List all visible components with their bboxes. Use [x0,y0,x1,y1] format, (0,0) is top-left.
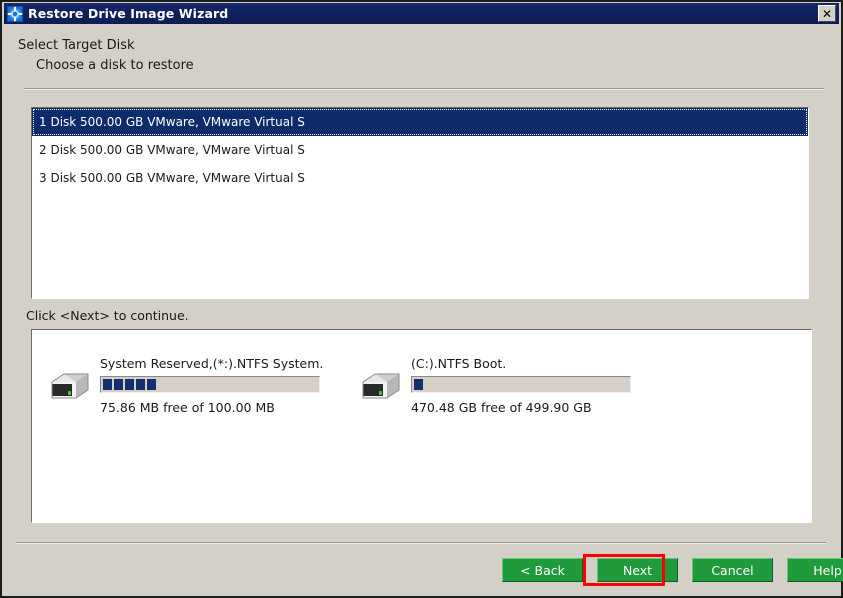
restore-circular-arrows-icon [7,5,23,22]
partition-entry: System Reserved,(*:).NTFS System. 75.86 M… [48,356,323,415]
hard-drive-icon [48,370,92,406]
cancel-button[interactable]: Cancel [692,558,773,582]
close-icon[interactable]: ✕ [818,5,836,22]
usage-segment [125,379,134,390]
usage-segment [147,379,156,390]
partition-info: System Reserved,(*:).NTFS System. 75.86 M… [100,356,323,415]
next-button[interactable]: Next [597,558,678,582]
usage-segment [103,379,112,390]
hard-drive-icon [359,370,403,406]
disk-list-item[interactable]: 3 Disk 500.00 GB VMware, VMware Virtual … [32,164,808,192]
usage-segment [114,379,123,390]
window-border-top [0,0,843,2]
close-glyph: ✕ [821,6,833,21]
partition-free-space-label: 75.86 MB free of 100.00 MB [100,400,275,415]
partition-usage-bar [411,376,631,393]
hint-label: Click <Next> to continue. [26,308,189,323]
help-button[interactable]: Help [787,558,843,582]
usage-segment [414,379,423,390]
partition-entry: (C:).NTFS Boot. 470.48 GB free of 499.90 … [359,356,631,415]
window-title: Restore Drive Image Wizard [28,6,229,21]
partition-label: System Reserved,(*:).NTFS System. [100,356,324,371]
partition-usage-bar [100,376,320,393]
partition-free-space-label: 470.48 GB free of 499.90 GB [411,400,592,415]
wizard-button-bar: < Back Next Cancel Help [502,558,843,582]
disk-list-item[interactable]: 2 Disk 500.00 GB VMware, VMware Virtual … [32,136,808,164]
disk-list-item[interactable]: 1 Disk 500.00 GB VMware, VMware Virtual … [32,108,808,136]
partition-preview-panel: System Reserved,(*:).NTFS System. 75.86 M… [31,329,812,523]
usage-segment [136,379,145,390]
page-subtitle: Choose a disk to restore [36,58,194,73]
partition-label: (C:).NTFS Boot. [411,356,507,371]
footer-separator [16,542,826,544]
header-separator [24,88,824,90]
partition-info: (C:).NTFS Boot. 470.48 GB free of 499.90 … [411,356,631,415]
target-disk-list[interactable]: 1 Disk 500.00 GB VMware, VMware Virtual … [31,107,809,299]
back-button[interactable]: < Back [502,558,583,582]
restore-drive-image-wizard-window: Restore Drive Image Wizard ✕ Select Targ… [0,0,843,598]
window-border-left [0,0,2,598]
page-title: Select Target Disk [18,38,135,53]
wizard-header: Select Target Disk Choose a disk to rest… [4,24,839,90]
title-bar[interactable]: Restore Drive Image Wizard ✕ [4,3,839,24]
